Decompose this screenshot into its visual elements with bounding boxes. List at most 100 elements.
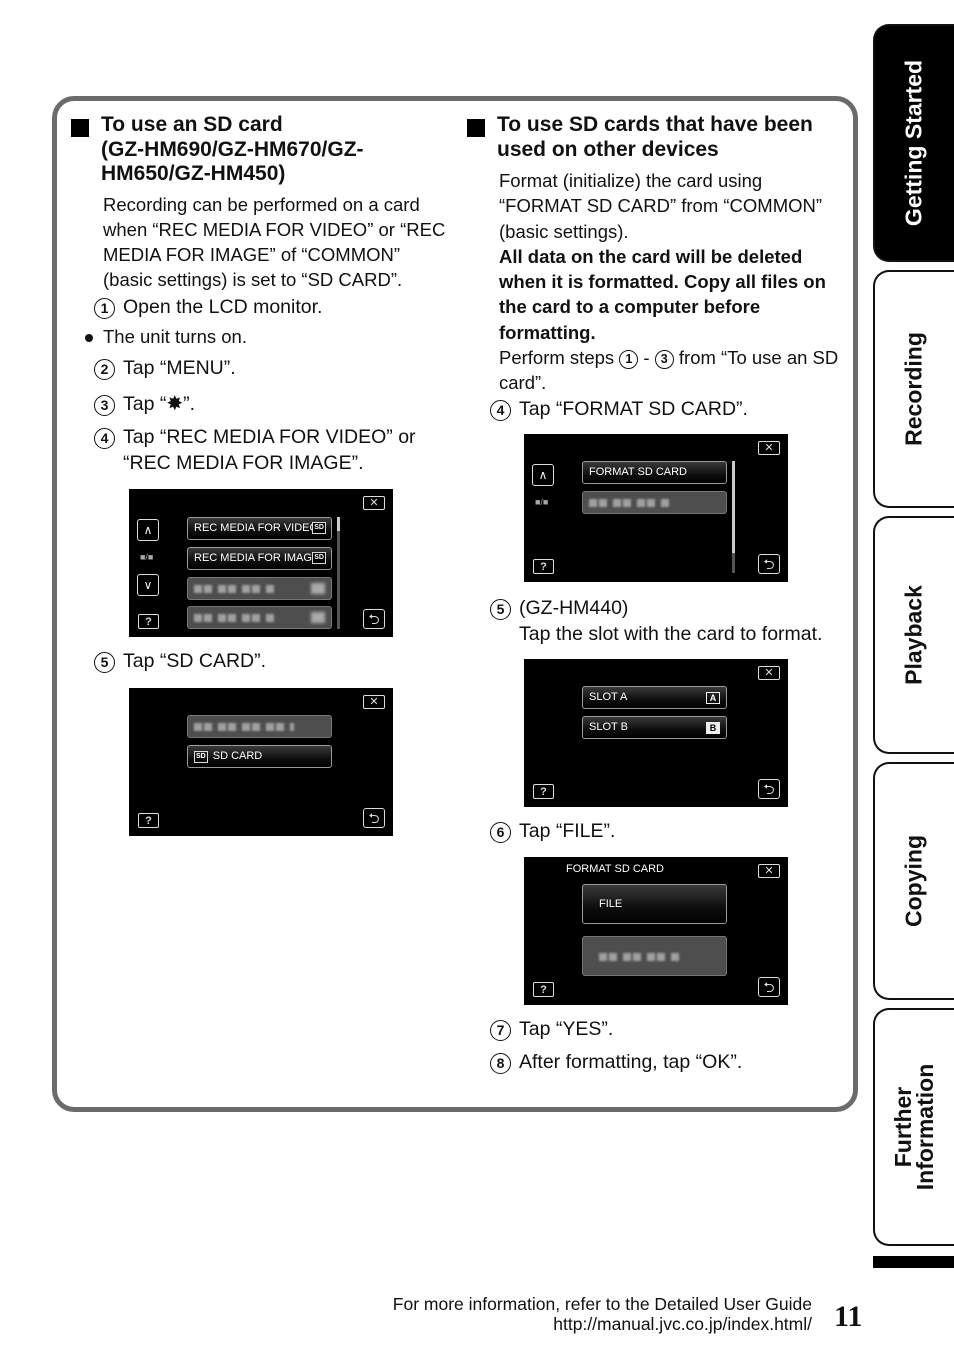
scrollbar[interactable] bbox=[732, 461, 735, 574]
step-3: 3 Tap “✸”. bbox=[71, 392, 451, 418]
step-ref: 3 bbox=[654, 350, 674, 370]
close-icon[interactable]: ✕ bbox=[758, 666, 780, 681]
tab-further-information[interactable]: Further Information bbox=[873, 1008, 954, 1246]
scrollbar-thumb[interactable] bbox=[732, 461, 735, 554]
slot-a-button[interactable]: SLOT A A bbox=[582, 686, 727, 710]
step-text: (GZ-HM440) bbox=[519, 597, 629, 620]
scroll-down-button[interactable]: ∨ bbox=[137, 574, 159, 597]
step-text: Tap the slot with the card to format. bbox=[519, 622, 823, 645]
step-text: After formatting, tap “OK”. bbox=[519, 1051, 743, 1074]
scroll-up-button[interactable]: ∧ bbox=[137, 519, 159, 542]
step-number: 4 bbox=[94, 428, 115, 450]
lcd-screen-sd-card: ✕ SD SD CARD ? ⮌ bbox=[129, 687, 393, 836]
step-number: 5 bbox=[490, 599, 511, 621]
slot-b-button[interactable]: SLOT B B bbox=[582, 716, 727, 740]
heading-line: HM650/GZ-HM450) bbox=[101, 162, 286, 185]
help-icon[interactable]: ? bbox=[138, 614, 159, 630]
blurred-text bbox=[194, 614, 274, 623]
step-text: Open the LCD monitor. bbox=[123, 295, 323, 318]
text: Perform steps bbox=[499, 347, 620, 369]
heading-line: To use SD cards that have been bbox=[497, 113, 813, 136]
step-5: 5 Tap “SD CARD”. bbox=[71, 649, 451, 675]
sd-card-icon: SD bbox=[312, 522, 326, 535]
step-text: Tap “ bbox=[123, 392, 167, 415]
back-icon[interactable]: ⮌ bbox=[363, 807, 385, 828]
help-icon[interactable]: ? bbox=[533, 559, 554, 575]
sd-card-icon: SD bbox=[312, 552, 326, 565]
button-label: FORMAT SD CARD bbox=[589, 466, 687, 479]
step-text: Tap “SD CARD”. bbox=[123, 650, 267, 673]
back-icon[interactable]: ⮌ bbox=[758, 554, 780, 575]
step-number: 5 bbox=[94, 652, 115, 674]
format-sd-card-button[interactable]: FORMAT SD CARD bbox=[582, 461, 727, 485]
help-icon[interactable]: ? bbox=[533, 784, 554, 800]
step-number: 4 bbox=[490, 399, 511, 421]
rec-media-image-button[interactable]: REC MEDIA FOR IMAGE SD bbox=[187, 547, 332, 571]
tab-getting-started[interactable]: Getting Started bbox=[873, 24, 954, 262]
help-icon[interactable]: ? bbox=[533, 981, 554, 997]
blurred-icon bbox=[311, 612, 325, 624]
blurred-menu-item[interactable] bbox=[187, 606, 332, 630]
close-icon[interactable]: ✕ bbox=[758, 863, 780, 878]
section-heading: To use SD cards that have been used on o… bbox=[467, 113, 847, 162]
back-icon[interactable]: ⮌ bbox=[363, 609, 385, 630]
file-button[interactable]: FILE bbox=[582, 883, 727, 924]
step-text: Tap “YES”. bbox=[519, 1017, 614, 1040]
close-icon[interactable]: ✕ bbox=[363, 694, 385, 709]
step-8: 8 After formatting, tap “OK”. bbox=[467, 1050, 847, 1076]
back-icon[interactable]: ⮌ bbox=[758, 779, 780, 800]
button-label: SLOT B bbox=[589, 721, 628, 734]
step-ref: 1 bbox=[619, 350, 639, 370]
section-other-devices: To use SD cards that have been used on o… bbox=[467, 113, 847, 1076]
page-indicator: ■/■ bbox=[140, 552, 154, 563]
blurred-menu-item[interactable] bbox=[582, 935, 727, 976]
scrollbar-thumb[interactable] bbox=[337, 517, 340, 532]
tab-label-line: Information bbox=[912, 1063, 938, 1191]
scrollbar[interactable] bbox=[337, 517, 340, 630]
perform-steps-text: Perform steps 1 - 3 from “To use an SD c… bbox=[467, 345, 847, 396]
button-label: SD CARD bbox=[212, 749, 263, 762]
tab-recording[interactable]: Recording bbox=[873, 270, 954, 508]
step-number: 7 bbox=[490, 1019, 511, 1041]
section-heading: To use an SD card (GZ-HM690/GZ-HM670/GZ-… bbox=[71, 113, 451, 187]
blurred-menu-item[interactable] bbox=[582, 491, 727, 515]
step-text: Tap “MENU”. bbox=[123, 357, 236, 380]
rec-media-video-button[interactable]: REC MEDIA FOR VIDEO SD bbox=[187, 517, 332, 541]
square-bullet-icon bbox=[71, 119, 89, 137]
tab-label: Recording bbox=[900, 332, 927, 446]
section-sd-card: To use an SD card (GZ-HM690/GZ-HM670/GZ-… bbox=[71, 113, 451, 836]
square-bullet-icon bbox=[467, 119, 485, 137]
step-5: 5 (GZ-HM440) Tap the slot with the card … bbox=[467, 596, 847, 647]
gear-icon: ✸ bbox=[166, 392, 184, 415]
help-icon[interactable]: ? bbox=[138, 812, 159, 828]
blurred-text bbox=[589, 499, 669, 508]
step-6: 6 Tap “FILE”. bbox=[467, 819, 847, 845]
step-4: 4 Tap “REC MEDIA FOR VIDEO” or “REC MEDI… bbox=[71, 425, 451, 476]
scroll-up-button[interactable]: ∧ bbox=[532, 464, 554, 487]
sd-card-icon: SD bbox=[194, 750, 208, 763]
back-icon[interactable]: ⮌ bbox=[758, 976, 780, 997]
lcd-screen-format-file: FORMAT SD CARD ✕ FILE ? ⮌ bbox=[524, 856, 788, 1005]
heading-line: (GZ-HM690/GZ-HM670/GZ- bbox=[101, 137, 364, 161]
tab-label-line: Further bbox=[890, 1086, 916, 1168]
screen-title: FORMAT SD CARD bbox=[566, 862, 664, 875]
step-4: 4 Tap “FORMAT SD CARD”. bbox=[467, 397, 847, 423]
tab-label: Getting Started bbox=[900, 59, 927, 227]
tab-label: Further Information bbox=[890, 1063, 938, 1191]
blurred-menu-item[interactable] bbox=[187, 714, 332, 738]
sd-card-button[interactable]: SD SD CARD bbox=[187, 744, 332, 768]
footer-url[interactable]: http://manual.jvc.co.jp/index.html/ bbox=[393, 1314, 812, 1334]
button-label: REC MEDIA FOR IMAGE bbox=[194, 552, 320, 565]
step-number: 6 bbox=[490, 822, 511, 844]
step-7: 7 Tap “YES”. bbox=[467, 1017, 847, 1043]
blurred-menu-item[interactable] bbox=[187, 577, 332, 601]
step-text: ”. bbox=[183, 392, 196, 415]
close-icon[interactable]: ✕ bbox=[363, 496, 385, 511]
page-number: 11 bbox=[834, 1300, 863, 1333]
intro-text: Format (initialize) the card using “FORM… bbox=[499, 170, 823, 242]
close-icon[interactable]: ✕ bbox=[758, 441, 780, 456]
tab-playback[interactable]: Playback bbox=[873, 516, 954, 754]
tab-copying[interactable]: Copying bbox=[873, 762, 954, 1000]
lcd-screen-slot: ✕ SLOT A A SLOT B B ? ⮌ bbox=[524, 659, 788, 808]
step-number: 2 bbox=[94, 359, 115, 381]
